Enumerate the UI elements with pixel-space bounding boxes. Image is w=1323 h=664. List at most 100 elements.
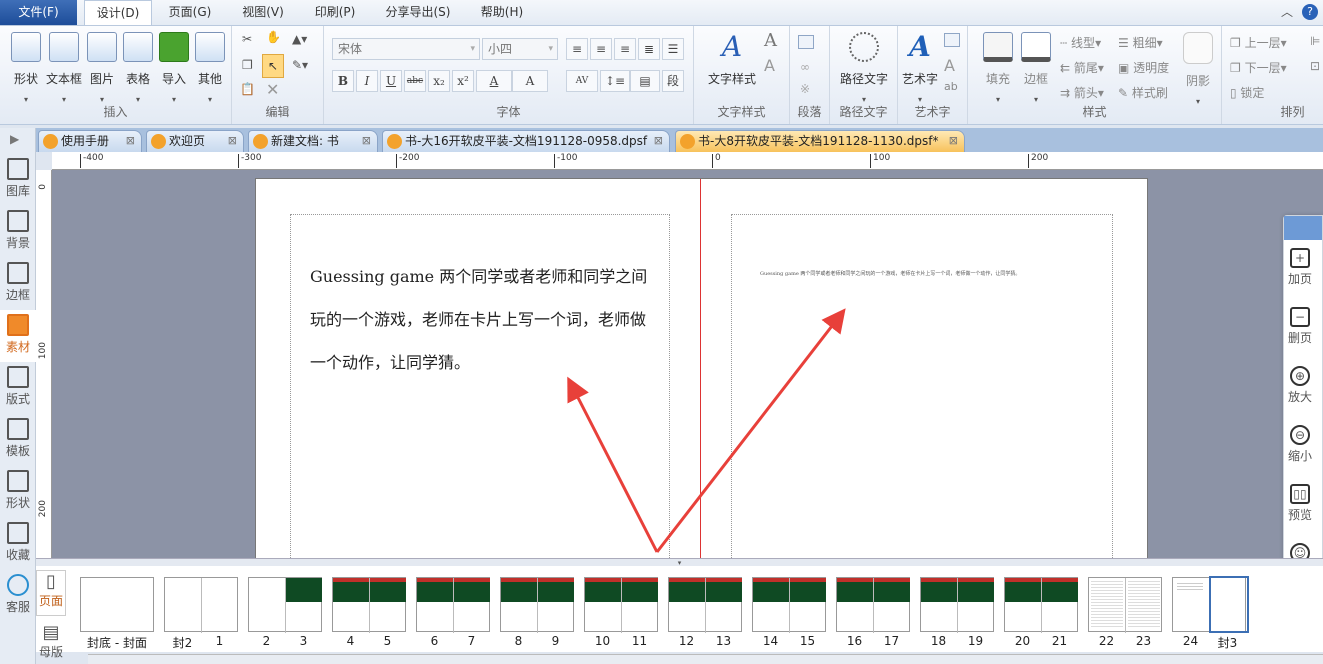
page-header-bar — [706, 578, 742, 582]
page-thumbnail[interactable] — [668, 577, 742, 633]
page-number-label: 2 — [262, 634, 271, 648]
page-number-label: 11 — [631, 634, 648, 648]
master-page-icon: ▤ — [42, 622, 60, 643]
page-header-bar — [501, 578, 537, 582]
page-icon: ▯ — [46, 571, 56, 592]
selected-page-outline — [1209, 576, 1249, 633]
background-icon — [7, 210, 29, 232]
page-header-bar — [370, 578, 406, 582]
page-header-bar — [958, 578, 994, 582]
material-icon — [7, 314, 29, 336]
page-number-label: 封底 - 封面 — [87, 636, 147, 650]
sidebar-item-template[interactable]: 模板 — [0, 414, 36, 466]
page-header-bar — [454, 578, 490, 582]
page-header-bar — [669, 578, 705, 582]
page-number-label: 23 — [1135, 634, 1152, 648]
page-number-label: 14 — [762, 634, 779, 648]
page-number-label: 4 — [346, 634, 355, 648]
page-header-bar — [837, 578, 873, 582]
sidebar-item-customer-service[interactable]: 客服 — [0, 570, 36, 622]
page-header-bar — [1005, 578, 1041, 582]
delete-page-button[interactable]: − 删页 — [1288, 307, 1323, 346]
page-number-label: 10 — [594, 634, 611, 648]
page-thumbnail[interactable] — [752, 577, 826, 633]
page-number-label: 13 — [715, 634, 732, 648]
page-number-label: 封2 — [172, 636, 193, 650]
zoom-out-icon: ⊖ — [1290, 425, 1310, 445]
border-icon — [7, 262, 29, 284]
zoom-out-button[interactable]: ⊖ 缩小 — [1288, 425, 1323, 464]
customer-service-icon — [7, 574, 29, 596]
page-thumbnail[interactable] — [248, 577, 322, 633]
page-header-bar — [585, 578, 621, 582]
page-number-label: 21 — [1051, 634, 1068, 648]
page-number-label: 8 — [514, 634, 523, 648]
page-number-label: 7 — [467, 634, 476, 648]
page-header-bar — [790, 578, 826, 582]
page-header-bar — [417, 578, 453, 582]
page-thumbnail[interactable] — [164, 577, 238, 633]
page-header-bar — [753, 578, 789, 582]
sidebar-item-shape[interactable]: 形状 — [0, 466, 36, 518]
strip-resize-handle[interactable]: ▾ — [36, 558, 1323, 567]
page-number-label: 5 — [383, 634, 392, 648]
page-number-label: 12 — [678, 634, 695, 648]
page-divider — [201, 578, 202, 633]
page-number-label: 20 — [1014, 634, 1031, 648]
page-header-bar — [874, 578, 910, 582]
page-thumbnail[interactable] — [1088, 577, 1162, 633]
page-thumbnail[interactable] — [80, 577, 154, 632]
page-thumbnail[interactable] — [416, 577, 490, 633]
delete-page-icon: − — [1290, 307, 1310, 327]
layout-icon — [7, 366, 29, 388]
add-page-icon: + — [1290, 248, 1310, 268]
page-thumbnail[interactable] — [836, 577, 910, 633]
page-divider — [1125, 578, 1126, 633]
shape-icon — [7, 470, 29, 492]
sidebar-item-background[interactable]: 背景 — [0, 206, 36, 258]
page-header-bar — [538, 578, 574, 582]
sidebar-item-layout[interactable]: 版式 — [0, 362, 36, 414]
template-icon — [7, 418, 29, 440]
zoom-in-icon: ⊕ — [1290, 366, 1310, 386]
page-thumbnail[interactable] — [1172, 576, 1249, 633]
sidebar-item-gallery[interactable]: 图库 — [0, 154, 36, 206]
page-header-bar — [333, 578, 369, 582]
page-thumbnail[interactable] — [332, 577, 406, 633]
page-thumbnail[interactable] — [920, 577, 994, 633]
page-number-label: 3 — [299, 634, 308, 648]
page-preview — [286, 578, 322, 602]
gallery-icon — [7, 158, 29, 180]
preview-button[interactable]: ▯▯ 预览 — [1288, 484, 1323, 523]
page-number-label: 22 — [1098, 634, 1115, 648]
page-thumbnail[interactable] — [1004, 577, 1078, 633]
master-tab[interactable]: ▤ 母版 — [36, 622, 66, 660]
page-number-label: 15 — [799, 634, 816, 648]
page-header-bar — [1042, 578, 1078, 582]
page-number-label: 19 — [967, 634, 984, 648]
add-page-button[interactable]: + 加页 — [1288, 248, 1323, 287]
right-panel: +加页−删页⊕放大⊖缩小▯▯预览☺分享 — [1283, 215, 1323, 600]
favorites-icon — [7, 522, 29, 544]
zoom-in-button[interactable]: ⊕ 放大 — [1288, 366, 1323, 405]
page-header-bar — [622, 578, 658, 582]
sidebar-item-material[interactable]: 素材 — [0, 310, 36, 362]
page-number-label: 6 — [430, 634, 439, 648]
page-thumbnail[interactable] — [584, 577, 658, 633]
sidebar-item-border[interactable]: 边框 — [0, 258, 36, 310]
arrow-to-right-text — [655, 308, 846, 553]
sidebar-item-favorites[interactable]: 收藏 — [0, 518, 36, 570]
page-number-label: 17 — [883, 634, 900, 648]
page-number-label: 1 — [215, 634, 224, 648]
pages-tab[interactable]: ▯ 页面 — [36, 570, 66, 616]
page-number-label: 18 — [930, 634, 947, 648]
page-number-label: 16 — [846, 634, 863, 648]
page-preview — [1091, 581, 1123, 629]
page-number-label: 24 — [1182, 634, 1199, 648]
page-thumbnail[interactable] — [500, 577, 574, 633]
arrow-to-left-text — [567, 376, 659, 553]
page-preview — [1177, 583, 1203, 591]
page-preview — [1128, 581, 1160, 629]
preview-icon: ▯▯ — [1290, 484, 1310, 504]
horizontal-scrollbar[interactable] — [88, 654, 1323, 664]
